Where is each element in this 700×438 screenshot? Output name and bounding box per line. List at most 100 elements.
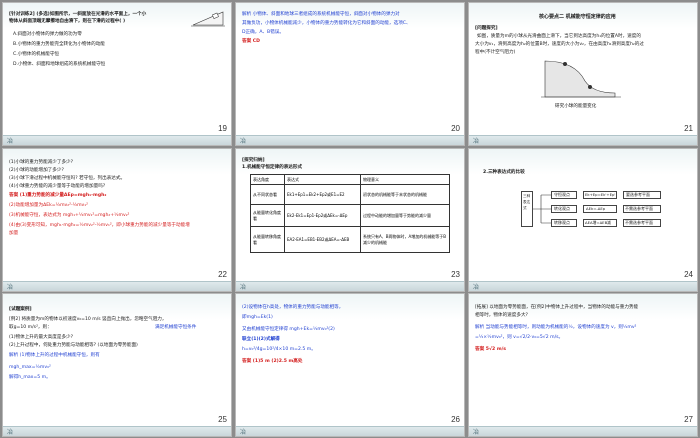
- option-a: A.斜面对小物体的弹力做的功为零: [13, 32, 82, 37]
- table-header: 表达式: [284, 174, 361, 185]
- slide-number: 22: [218, 270, 227, 279]
- slide-number: 27: [684, 415, 693, 424]
- table-row: 从能量转化角度看 Ek2-Ek1=Ep1-Ep2或ΔEk=-ΔEp 过程中动能的…: [250, 204, 450, 227]
- answer-line: (4)由(3)变形可知，mgh₁-mgh₂=½mv₂²-½mv₁²，即小球重力势…: [9, 223, 190, 228]
- answer-line: 答案 CD: [242, 39, 260, 44]
- node-label: 不需选参考平面: [625, 206, 653, 211]
- table-header: 物理意义: [360, 174, 450, 185]
- slide-footer: 冶: [236, 281, 464, 291]
- table-cell: Ek2-Ek1=Ep1-Ep2或ΔEk=-ΔEp: [284, 204, 361, 227]
- table-row: 从能量转移角度看 EA2-EA1=EB1-EB2或ΔEA=-ΔEB 系统只有A、…: [250, 226, 450, 253]
- example-line: 取g=10 m/s²，则：: [9, 325, 52, 330]
- analysis-line: 解得h_max=5 m。: [9, 375, 51, 380]
- node-label: 不需选参考平面: [625, 220, 653, 225]
- node-label: Ek+Ep=Ek'+Ep': [585, 192, 616, 197]
- section-tag: [试题案例]: [9, 307, 32, 312]
- node-label: ΔEA增=ΔEB减: [585, 220, 611, 225]
- answer-line: 答案 5√2 m/s: [475, 347, 507, 352]
- analysis-line: h=v₀²/4g=10²/4×10 m=2.5 m。: [242, 347, 316, 352]
- slide-number: 23: [451, 270, 460, 279]
- slide-thumbnail-25[interactable]: [试题案例] [例2] 将质量为m的物体以初速度v₀=10 m/s 竖直向上抛出…: [2, 293, 232, 437]
- node-label: 转移观点: [554, 220, 570, 225]
- curved-surface-figure: [541, 60, 621, 98]
- incline-figure: [191, 11, 225, 27]
- slide-thumbnail-27[interactable]: [拓展] 以地面为零势能面，在[例2]中物体上升过程中，当物体的动能与重力势能 …: [468, 293, 698, 437]
- node-label: 要选参考平面: [626, 192, 650, 197]
- problem-line: 程中(不计空气阻力): [475, 50, 516, 55]
- section-tag: [问题探究]: [475, 26, 498, 31]
- extension-line: 相等时，物体的速度多大?: [475, 313, 528, 318]
- option-b: B.小物体的重力势能完全转化为小物体的动能: [13, 42, 105, 47]
- slide-sorter-grid: [针对训练2] (多选)如图所示，一斜面放在光滑的水平面上，一个小 物体从斜面顶…: [0, 0, 700, 438]
- slide-thumbnail-23[interactable]: [探究归纳] 1.机械能守恒定律的表达形式 表达角度 表达式 物理意义 从不同状…: [235, 148, 465, 292]
- figure-caption: 研究小球的能量变化: [555, 104, 597, 109]
- analysis-line: D正确，A、B错误。: [242, 30, 284, 35]
- table-cell: 从能量转化角度看: [250, 204, 285, 227]
- slide-thumbnail-20[interactable]: 解析 小物体、斜面和地球三者组成的系统机械能守恒，斜面对小物体的弹力对 其做负功…: [235, 2, 465, 146]
- analysis-line: 又由机械能守恒定律得 mgh+Ek=½mv₀²(2): [242, 327, 335, 332]
- analysis-line: 解析 当动能与势能相等时，则动能为机械能的½，设物体的速度为 v，则½mv²: [475, 325, 637, 330]
- slide-thumbnail-19[interactable]: [针对训练2] (多选)如图所示，一斜面放在光滑的水平面上，一个小 物体从斜面顶…: [2, 2, 232, 146]
- slide-footer: 冶: [469, 281, 697, 291]
- example-line: (1)物体上升的最大高度是多少?: [9, 335, 74, 340]
- option-c: C.小物体的机械能守恒: [13, 52, 60, 57]
- analysis-line: (2)设物体在h高处，物体的重力势能与动能相等，: [242, 305, 344, 310]
- slide-thumbnail-26[interactable]: (2)设物体在h高处，物体的重力势能与动能相等， 即mgh=Ek(1) 又由机械…: [235, 293, 465, 437]
- table-cell: 过程中动能的增加量等于势能的减少量: [360, 204, 450, 227]
- table-cell: Ek1+Ep1=Ek2+Ep2或E1=E2: [284, 184, 361, 205]
- slide-footer: 冶: [469, 426, 697, 436]
- question-line: (4)小球重力势能的减少量等于动能的增加量吗?: [9, 184, 106, 189]
- tree-connectors: [533, 194, 551, 224]
- node-label: 转化观点: [554, 206, 570, 211]
- example-line: [例2] 将质量为m的物体以初速度v₀=10 m/s 竖直向上抛出，忽略空气阻力…: [9, 317, 167, 322]
- problem-line: 大小为v₁，滑到高度为h₂的位置B时，速度的大小为v₂，在由高度h₁滑到高度h₂…: [475, 42, 644, 47]
- slide-number: 25: [218, 415, 227, 424]
- analysis-line: 即mgh=Ek(1): [242, 315, 273, 320]
- slide-footer: 冶: [3, 135, 231, 145]
- slide-number: 19: [218, 124, 227, 133]
- analysis-line: mgh_max=½mv₀²: [9, 365, 51, 370]
- table-cell: 系统只有A、B两物体时，A增加的机械能等于B减少的机械能: [360, 226, 450, 253]
- example-line: (2)上升过程中，何处重力势能与动能相等? (以地面为零势能面): [9, 343, 138, 348]
- slide-footer: 冶: [469, 135, 697, 145]
- node-label: ΔEk=-ΔEp: [586, 206, 606, 211]
- slide-footer: 冶: [3, 426, 231, 436]
- section-title: 2.三种表达式的比较: [483, 170, 525, 175]
- table-cell: EA2-EA1=EB1-EB2或ΔEA=-ΔEB: [284, 226, 361, 253]
- question-line: (2)小球的动能增加了多少?: [9, 168, 64, 173]
- slide-thumbnail-22[interactable]: (1)小球的重力势能减少了多少? (2)小球的动能增加了多少? (3)小球下滑过…: [2, 148, 232, 292]
- problem-line: 如图，质量为m的小球从光滑曲面上滑下，当它到达高度为h₁的位置A时，速度的: [477, 34, 641, 39]
- analysis-line: =½×½mv₀²，则 v=√2/2·v₀=5√2 m/s。: [475, 335, 564, 340]
- slide-footer: 冶: [236, 135, 464, 145]
- answer-line: 答案 (1)5 m (2)2.5 m高处: [242, 359, 303, 364]
- option-d: D.小物体、斜面和地球组成的系统机械能守恒: [13, 62, 106, 67]
- extension-line: [拓展] 以地面为零势能面，在[例2]中物体上升过程中，当物体的动能与重力势能: [475, 305, 639, 310]
- slide-thumbnail-21[interactable]: 核心要点二 机械能守恒定律的应用 [问题探究] 如图，质量为m的小球从光滑曲面上…: [468, 2, 698, 146]
- analysis-line: 其做负功，小物体机械能减少，小物体的重力势能转化为它和斜面的动能，选项C、: [242, 21, 411, 26]
- slide-number: 26: [451, 415, 460, 424]
- section-title: 1.机械能守恒定律的表达形式: [242, 165, 303, 170]
- expression-table: 表达角度 表达式 物理意义 从不同状态看 Ek1+Ep1=Ek2+Ep2或E1=…: [250, 174, 450, 253]
- table-cell: 从不同状态看: [250, 184, 285, 205]
- question-line: (1)小球的重力势能减少了多少?: [9, 160, 74, 165]
- slide-footer: 冶: [3, 281, 231, 291]
- hint-note: 满足机械能守恒条件: [155, 325, 197, 330]
- answer-line: 答案 (1)重力势能的减少量ΔEp=mgh₁-mgh₂: [9, 193, 107, 198]
- slide-number: 20: [451, 124, 460, 133]
- slide-number: 21: [684, 124, 693, 133]
- root-label: 三种表达式: [523, 194, 531, 210]
- question-line: (3)小球下滑过程中机械能守恒吗? 若守恒，列出表达式。: [9, 176, 126, 181]
- slide-thumbnail-24[interactable]: 2.三种表达式的比较 三种表达式 守恒观点 Ek+Ep=Ek'+Ep' 要选参考…: [468, 148, 698, 292]
- analysis-line: 解析 (1)物体上升的过程中机械能守恒，则有: [9, 353, 100, 358]
- slide-number: 24: [684, 270, 693, 279]
- table-header: 表达角度: [250, 174, 285, 185]
- node-label: 守恒观点: [554, 192, 570, 197]
- table-cell: 从能量转移角度看: [250, 226, 285, 253]
- analysis-line: 解析 小物体、斜面和地球三者组成的系统机械能守恒，斜面对小物体的弹力对: [242, 12, 400, 17]
- question-line: 物体从斜面顶端无摩擦地自由滑下，则在下滑的过程中( ): [9, 19, 126, 24]
- slide-footer: 冶: [236, 426, 464, 436]
- table-header-row: 表达角度 表达式 物理意义: [250, 174, 450, 185]
- table-cell: 初状态的机械能等于末状态的机械能: [360, 184, 450, 205]
- answer-line: (3)机械能守恒，表达式为 mgh₁+½mv₁²=mgh₂+½mv₂²: [9, 213, 130, 218]
- answer-line: 加量: [9, 231, 19, 236]
